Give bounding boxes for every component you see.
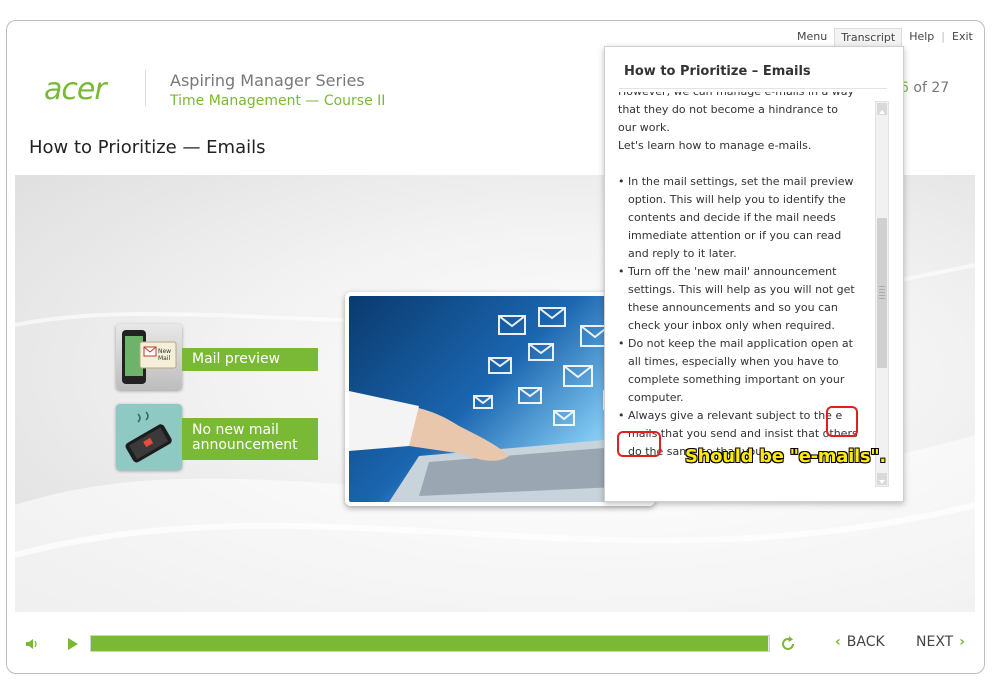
transcript-line: check your inbox only when required. bbox=[628, 319, 835, 332]
scroll-thumb[interactable] bbox=[877, 218, 887, 368]
page-total: of 27 bbox=[908, 80, 950, 96]
volume-button[interactable] bbox=[25, 636, 41, 655]
transcript-line: contents and decide if the mail needs bbox=[628, 211, 836, 224]
page-counter: 6 of 27 bbox=[900, 80, 949, 96]
transcript-line: However, we can manage e-mails in a way bbox=[618, 92, 863, 101]
chevron-left-icon: ‹ bbox=[835, 634, 841, 650]
svg-text:Mail: Mail bbox=[158, 355, 171, 362]
transcript-line: • Turn off the 'new mail' announcement bbox=[618, 265, 837, 278]
progress-fill bbox=[91, 636, 768, 651]
speaker-icon bbox=[26, 639, 37, 649]
transcript-line: all times, especially when you have to bbox=[628, 355, 839, 368]
transcript-line: • Do not keep the mail application open … bbox=[618, 337, 853, 350]
transcript-tab[interactable]: Transcript bbox=[834, 28, 903, 46]
no-new-mail-thumbnail bbox=[116, 404, 182, 470]
transcript-line: these announcements and so you can bbox=[628, 301, 838, 314]
replay-button[interactable] bbox=[779, 635, 797, 657]
triangle-up-icon bbox=[879, 110, 885, 114]
triangle-down-icon bbox=[879, 480, 885, 484]
acer-logo: acer bbox=[44, 72, 107, 107]
scroll-up-arrow[interactable] bbox=[877, 103, 887, 115]
phone-mail-icon: New Mail bbox=[122, 330, 177, 384]
course-title: Time Management — Course II bbox=[170, 93, 386, 109]
player-bar: ‹ BACK NEXT › bbox=[15, 628, 975, 660]
transcript-line: immediate attention or if you can read bbox=[628, 229, 842, 242]
chevron-right-icon: › bbox=[959, 634, 965, 650]
replay-icon bbox=[782, 636, 794, 650]
mail-preview-label: Mail preview bbox=[182, 348, 318, 371]
transcript-line: and reply to it later. bbox=[628, 247, 737, 260]
scroll-down-arrow[interactable] bbox=[877, 473, 887, 485]
menu-link[interactable]: Menu bbox=[790, 28, 834, 46]
svg-text:New: New bbox=[158, 348, 171, 355]
error-highlight-mails bbox=[617, 431, 661, 457]
next-label: NEXT bbox=[916, 634, 954, 650]
back-label: BACK bbox=[846, 634, 885, 650]
transcript-line: complete something important on your bbox=[628, 373, 845, 386]
play-button[interactable] bbox=[67, 636, 79, 655]
no-new-mail-label: No new mail announcement bbox=[182, 418, 318, 460]
header-divider bbox=[145, 70, 146, 106]
transcript-divider bbox=[619, 88, 887, 89]
transcript-line: computer. bbox=[628, 391, 684, 404]
progress-bar[interactable] bbox=[90, 635, 770, 652]
transcript-line: option. This will help you to identify t… bbox=[628, 193, 846, 206]
grip-icon bbox=[879, 286, 885, 287]
help-link[interactable]: Help bbox=[902, 28, 941, 46]
top-nav: Menu Transcript Help | Exit bbox=[790, 28, 980, 46]
slide-title: How to Prioritize — Emails bbox=[29, 137, 266, 158]
transcript-line: Let's learn how to manage e-mails. bbox=[618, 139, 812, 152]
mail-preview-thumbnail: New Mail bbox=[116, 324, 182, 390]
transcript-line: settings. This will help as you will not… bbox=[628, 283, 855, 296]
no-new-mail-label-line2: announcement bbox=[192, 437, 298, 453]
exit-link[interactable]: Exit bbox=[945, 28, 980, 46]
transcript-line: our work. bbox=[618, 121, 670, 134]
phone-silent-icon bbox=[125, 411, 172, 463]
transcript-title: How to Prioritize – Emails bbox=[624, 64, 811, 79]
series-title: Aspiring Manager Series bbox=[170, 71, 365, 90]
back-button[interactable]: ‹ BACK bbox=[835, 634, 885, 650]
error-highlight-e bbox=[826, 406, 858, 437]
next-button[interactable]: NEXT › bbox=[916, 634, 965, 650]
transcript-scrollbar[interactable] bbox=[875, 101, 889, 487]
play-icon bbox=[68, 638, 78, 650]
no-new-mail-label-line1: No new mail bbox=[192, 422, 279, 438]
transcript-line: • In the mail settings, set the mail pre… bbox=[618, 175, 854, 188]
review-annotation: Should be "e-mails". bbox=[685, 446, 886, 467]
transcript-line: that they do not become a hindrance to bbox=[618, 103, 838, 116]
